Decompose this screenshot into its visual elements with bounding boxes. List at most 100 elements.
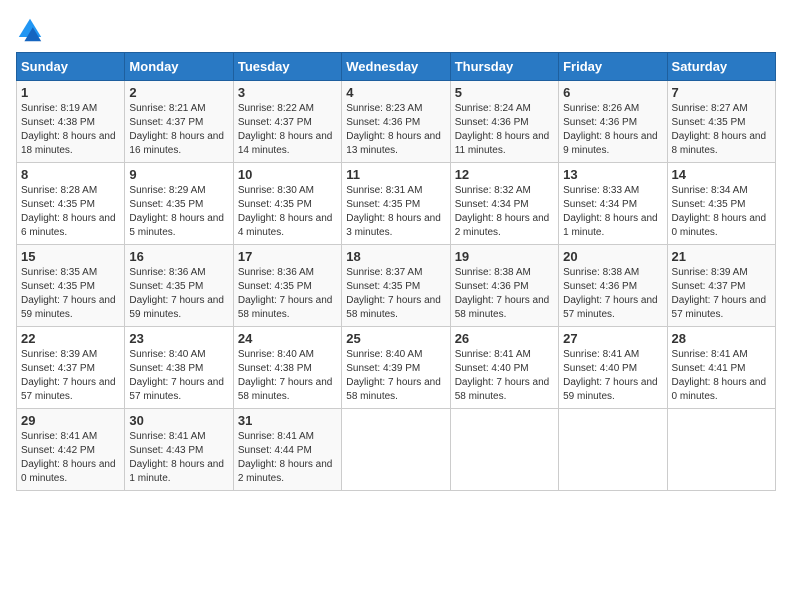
day-info: Sunrise: 8:41 AM Sunset: 4:42 PM Dayligh… bbox=[21, 430, 120, 486]
calendar-cell bbox=[450, 409, 558, 491]
day-number: 13 bbox=[563, 167, 662, 182]
day-info: Sunrise: 8:38 AM Sunset: 4:36 PM Dayligh… bbox=[563, 266, 662, 322]
day-info: Sunrise: 8:24 AM Sunset: 4:36 PM Dayligh… bbox=[455, 102, 554, 158]
day-number: 17 bbox=[238, 249, 337, 264]
calendar-cell: 13 Sunrise: 8:33 AM Sunset: 4:34 PM Dayl… bbox=[559, 163, 667, 245]
day-number: 3 bbox=[238, 85, 337, 100]
calendar-cell: 10 Sunrise: 8:30 AM Sunset: 4:35 PM Dayl… bbox=[233, 163, 341, 245]
weekday-header-friday: Friday bbox=[559, 53, 667, 81]
logo-icon bbox=[16, 16, 44, 44]
day-info: Sunrise: 8:40 AM Sunset: 4:39 PM Dayligh… bbox=[346, 348, 445, 404]
day-number: 20 bbox=[563, 249, 662, 264]
calendar-cell: 8 Sunrise: 8:28 AM Sunset: 4:35 PM Dayli… bbox=[17, 163, 125, 245]
calendar-cell: 5 Sunrise: 8:24 AM Sunset: 4:36 PM Dayli… bbox=[450, 81, 558, 163]
day-number: 23 bbox=[129, 331, 228, 346]
day-info: Sunrise: 8:30 AM Sunset: 4:35 PM Dayligh… bbox=[238, 184, 337, 240]
day-info: Sunrise: 8:41 AM Sunset: 4:43 PM Dayligh… bbox=[129, 430, 228, 486]
calendar-table: SundayMondayTuesdayWednesdayThursdayFrid… bbox=[16, 52, 776, 491]
day-info: Sunrise: 8:29 AM Sunset: 4:35 PM Dayligh… bbox=[129, 184, 228, 240]
day-number: 19 bbox=[455, 249, 554, 264]
calendar-cell: 28 Sunrise: 8:41 AM Sunset: 4:41 PM Dayl… bbox=[667, 327, 775, 409]
day-info: Sunrise: 8:38 AM Sunset: 4:36 PM Dayligh… bbox=[455, 266, 554, 322]
calendar-cell bbox=[667, 409, 775, 491]
day-info: Sunrise: 8:40 AM Sunset: 4:38 PM Dayligh… bbox=[238, 348, 337, 404]
day-number: 30 bbox=[129, 413, 228, 428]
day-number: 12 bbox=[455, 167, 554, 182]
day-number: 14 bbox=[672, 167, 771, 182]
day-info: Sunrise: 8:31 AM Sunset: 4:35 PM Dayligh… bbox=[346, 184, 445, 240]
day-number: 6 bbox=[563, 85, 662, 100]
calendar-cell: 12 Sunrise: 8:32 AM Sunset: 4:34 PM Dayl… bbox=[450, 163, 558, 245]
day-number: 29 bbox=[21, 413, 120, 428]
logo bbox=[16, 16, 48, 44]
day-number: 10 bbox=[238, 167, 337, 182]
day-info: Sunrise: 8:36 AM Sunset: 4:35 PM Dayligh… bbox=[129, 266, 228, 322]
day-number: 27 bbox=[563, 331, 662, 346]
calendar-cell: 11 Sunrise: 8:31 AM Sunset: 4:35 PM Dayl… bbox=[342, 163, 450, 245]
day-number: 24 bbox=[238, 331, 337, 346]
day-info: Sunrise: 8:34 AM Sunset: 4:35 PM Dayligh… bbox=[672, 184, 771, 240]
day-number: 22 bbox=[21, 331, 120, 346]
calendar-week-row: 1 Sunrise: 8:19 AM Sunset: 4:38 PM Dayli… bbox=[17, 81, 776, 163]
day-info: Sunrise: 8:41 AM Sunset: 4:40 PM Dayligh… bbox=[455, 348, 554, 404]
day-info: Sunrise: 8:28 AM Sunset: 4:35 PM Dayligh… bbox=[21, 184, 120, 240]
calendar-cell: 31 Sunrise: 8:41 AM Sunset: 4:44 PM Dayl… bbox=[233, 409, 341, 491]
day-number: 28 bbox=[672, 331, 771, 346]
calendar-cell: 29 Sunrise: 8:41 AM Sunset: 4:42 PM Dayl… bbox=[17, 409, 125, 491]
weekday-header-wednesday: Wednesday bbox=[342, 53, 450, 81]
day-number: 8 bbox=[21, 167, 120, 182]
calendar-cell: 23 Sunrise: 8:40 AM Sunset: 4:38 PM Dayl… bbox=[125, 327, 233, 409]
day-info: Sunrise: 8:36 AM Sunset: 4:35 PM Dayligh… bbox=[238, 266, 337, 322]
calendar-cell bbox=[559, 409, 667, 491]
day-number: 11 bbox=[346, 167, 445, 182]
day-info: Sunrise: 8:40 AM Sunset: 4:38 PM Dayligh… bbox=[129, 348, 228, 404]
day-info: Sunrise: 8:22 AM Sunset: 4:37 PM Dayligh… bbox=[238, 102, 337, 158]
day-number: 25 bbox=[346, 331, 445, 346]
day-info: Sunrise: 8:32 AM Sunset: 4:34 PM Dayligh… bbox=[455, 184, 554, 240]
day-info: Sunrise: 8:19 AM Sunset: 4:38 PM Dayligh… bbox=[21, 102, 120, 158]
calendar-cell: 7 Sunrise: 8:27 AM Sunset: 4:35 PM Dayli… bbox=[667, 81, 775, 163]
calendar-cell: 24 Sunrise: 8:40 AM Sunset: 4:38 PM Dayl… bbox=[233, 327, 341, 409]
calendar-week-row: 22 Sunrise: 8:39 AM Sunset: 4:37 PM Dayl… bbox=[17, 327, 776, 409]
weekday-header-saturday: Saturday bbox=[667, 53, 775, 81]
day-number: 2 bbox=[129, 85, 228, 100]
calendar-cell: 6 Sunrise: 8:26 AM Sunset: 4:36 PM Dayli… bbox=[559, 81, 667, 163]
day-info: Sunrise: 8:33 AM Sunset: 4:34 PM Dayligh… bbox=[563, 184, 662, 240]
weekday-header-row: SundayMondayTuesdayWednesdayThursdayFrid… bbox=[17, 53, 776, 81]
day-info: Sunrise: 8:27 AM Sunset: 4:35 PM Dayligh… bbox=[672, 102, 771, 158]
calendar-cell: 1 Sunrise: 8:19 AM Sunset: 4:38 PM Dayli… bbox=[17, 81, 125, 163]
day-info: Sunrise: 8:39 AM Sunset: 4:37 PM Dayligh… bbox=[21, 348, 120, 404]
calendar-week-row: 29 Sunrise: 8:41 AM Sunset: 4:42 PM Dayl… bbox=[17, 409, 776, 491]
calendar-cell: 16 Sunrise: 8:36 AM Sunset: 4:35 PM Dayl… bbox=[125, 245, 233, 327]
day-number: 1 bbox=[21, 85, 120, 100]
day-info: Sunrise: 8:35 AM Sunset: 4:35 PM Dayligh… bbox=[21, 266, 120, 322]
page-header bbox=[16, 16, 776, 44]
day-number: 26 bbox=[455, 331, 554, 346]
calendar-cell: 25 Sunrise: 8:40 AM Sunset: 4:39 PM Dayl… bbox=[342, 327, 450, 409]
calendar-cell: 19 Sunrise: 8:38 AM Sunset: 4:36 PM Dayl… bbox=[450, 245, 558, 327]
day-info: Sunrise: 8:23 AM Sunset: 4:36 PM Dayligh… bbox=[346, 102, 445, 158]
day-number: 7 bbox=[672, 85, 771, 100]
day-info: Sunrise: 8:41 AM Sunset: 4:44 PM Dayligh… bbox=[238, 430, 337, 486]
calendar-cell: 3 Sunrise: 8:22 AM Sunset: 4:37 PM Dayli… bbox=[233, 81, 341, 163]
calendar-cell: 14 Sunrise: 8:34 AM Sunset: 4:35 PM Dayl… bbox=[667, 163, 775, 245]
calendar-cell: 22 Sunrise: 8:39 AM Sunset: 4:37 PM Dayl… bbox=[17, 327, 125, 409]
day-number: 9 bbox=[129, 167, 228, 182]
calendar-cell bbox=[342, 409, 450, 491]
calendar-cell: 15 Sunrise: 8:35 AM Sunset: 4:35 PM Dayl… bbox=[17, 245, 125, 327]
day-number: 18 bbox=[346, 249, 445, 264]
calendar-cell: 27 Sunrise: 8:41 AM Sunset: 4:40 PM Dayl… bbox=[559, 327, 667, 409]
day-number: 4 bbox=[346, 85, 445, 100]
calendar-week-row: 8 Sunrise: 8:28 AM Sunset: 4:35 PM Dayli… bbox=[17, 163, 776, 245]
calendar-cell: 17 Sunrise: 8:36 AM Sunset: 4:35 PM Dayl… bbox=[233, 245, 341, 327]
day-number: 16 bbox=[129, 249, 228, 264]
weekday-header-monday: Monday bbox=[125, 53, 233, 81]
weekday-header-tuesday: Tuesday bbox=[233, 53, 341, 81]
calendar-cell: 4 Sunrise: 8:23 AM Sunset: 4:36 PM Dayli… bbox=[342, 81, 450, 163]
calendar-week-row: 15 Sunrise: 8:35 AM Sunset: 4:35 PM Dayl… bbox=[17, 245, 776, 327]
day-info: Sunrise: 8:41 AM Sunset: 4:41 PM Dayligh… bbox=[672, 348, 771, 404]
day-number: 5 bbox=[455, 85, 554, 100]
day-number: 31 bbox=[238, 413, 337, 428]
day-info: Sunrise: 8:41 AM Sunset: 4:40 PM Dayligh… bbox=[563, 348, 662, 404]
weekday-header-sunday: Sunday bbox=[17, 53, 125, 81]
